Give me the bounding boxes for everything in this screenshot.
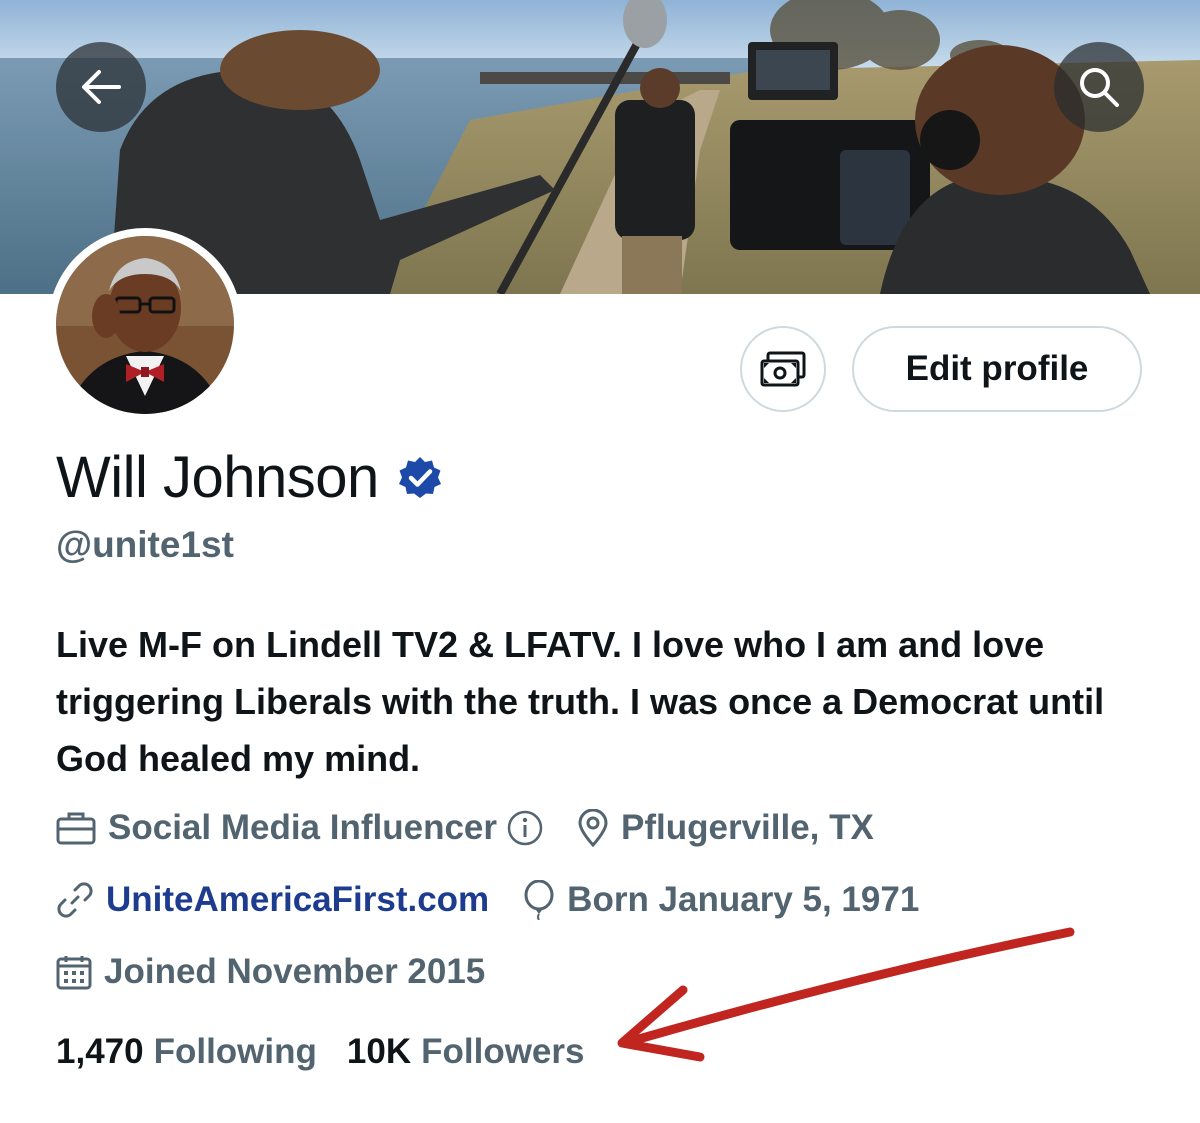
followers-label: Followers [421, 1032, 585, 1071]
link-icon [56, 881, 94, 919]
profile-meta-row-2: UniteAmericaFirst.com Born January 5, 19… [56, 880, 953, 920]
following-link[interactable]: 1,470 Following [56, 1032, 317, 1072]
category-label: Social Media Influencer [108, 808, 497, 847]
followers-link[interactable]: 10K Followers [347, 1032, 585, 1072]
joined-label: Joined November 2015 [104, 952, 486, 991]
display-name: Will Johnson [56, 445, 379, 510]
calendar-icon [56, 954, 92, 990]
following-count: 1,470 [56, 1032, 144, 1071]
profile-joined: Joined November 2015 [56, 952, 485, 992]
website-link[interactable]: UniteAmericaFirst.com [106, 880, 489, 920]
follow-counts: 1,470 Following 10K Followers [56, 1032, 614, 1072]
location-label: Pflugerville, TX [621, 808, 874, 847]
avatar-image [56, 236, 234, 414]
location-pin-icon [577, 809, 609, 847]
avatar[interactable] [48, 228, 242, 422]
profile-name-row: Will Johnson [56, 444, 443, 511]
profile-meta-row-3: Joined November 2015 [56, 952, 519, 992]
profile-meta-row-1: Social Media Influencer Pflugerville, TX [56, 808, 908, 848]
balloon-icon [523, 880, 555, 920]
professional-category: Social Media Influencer [56, 808, 543, 848]
birthday-label: Born January 5, 1971 [567, 880, 920, 919]
following-label: Following [153, 1032, 317, 1071]
info-icon[interactable] [507, 810, 543, 846]
profile-website[interactable]: UniteAmericaFirst.com [56, 880, 489, 920]
followers-count: 10K [346, 1032, 412, 1071]
arrow-left-icon [82, 70, 121, 104]
money-icon [760, 351, 806, 387]
search-icon [1080, 68, 1119, 107]
edit-profile-button[interactable]: Edit profile [852, 326, 1142, 412]
profile-bio: Live M-F on Lindell TV2 & LFATV. I love … [56, 624, 1105, 779]
search-button[interactable] [1054, 42, 1144, 132]
profile-handle: @unite1st [56, 524, 234, 565]
profile-birthday: Born January 5, 1971 [523, 880, 919, 920]
verified-badge-icon[interactable] [397, 455, 443, 506]
profile-location: Pflugerville, TX [577, 808, 874, 848]
tip-button[interactable] [740, 326, 826, 412]
back-button[interactable] [56, 42, 146, 132]
briefcase-icon [56, 811, 96, 845]
